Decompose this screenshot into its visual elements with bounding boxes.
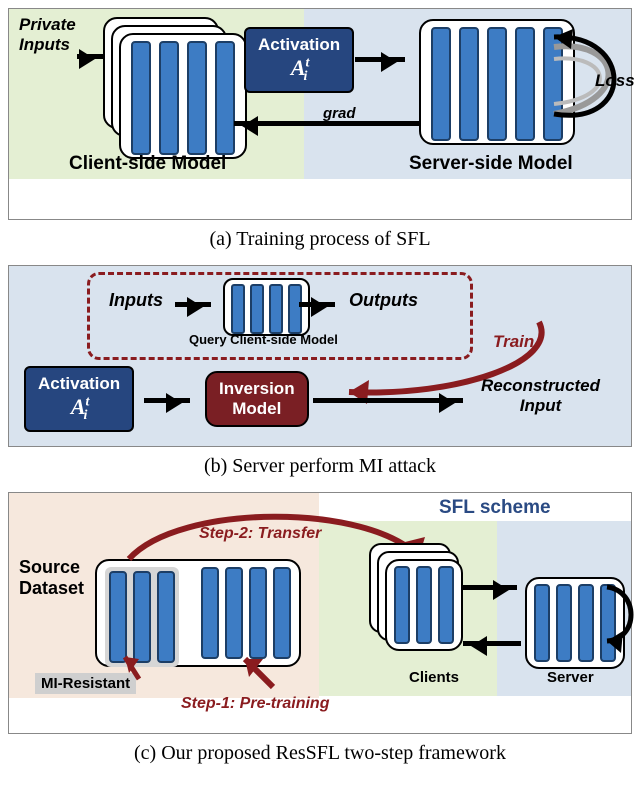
mi-resistant-part [105,567,179,667]
layer-bar [231,284,245,334]
activation-box-b: Activation Ati [24,366,134,432]
layer-bar [534,584,550,662]
layer-bar [157,571,175,663]
layer-bar [459,27,479,141]
layer-bar [109,571,127,663]
inputs-label: Inputs [109,290,163,311]
layer-bar [487,27,507,141]
clients-model-icon [385,559,463,651]
layer-bar [556,584,572,662]
activation-label: Activation [38,374,120,394]
grad-label: grad [323,105,356,122]
outputs-label: Outputs [349,290,418,311]
loss-label: Loss [595,71,635,91]
layer-bar [394,566,410,644]
layer-bar [159,41,179,155]
panel-b: Inputs Outputs Query Client-side Model T… [8,265,632,447]
step1-arrow [239,653,279,696]
arrow-inputs-model [175,302,211,307]
arrow-model-outputs [299,302,335,307]
arrow-server-client-back [463,641,521,646]
source-label: Source Dataset [19,557,84,599]
layer-bar [578,584,594,662]
layer-bar [416,566,432,644]
activation-formula: Ati [258,55,340,85]
server-model-label: Server-side Model [409,153,573,175]
reconstructed-label: Reconstructed Input [481,376,600,416]
activation-label: Activation [258,35,340,55]
panel-a: Private Inputs Activation Ati Loss gra [8,8,632,220]
layer-bar [187,41,207,155]
layer-bar [249,567,267,659]
layer-bar [438,566,454,644]
layer-bar [225,567,243,659]
activation-box-a: Activation Ati [244,27,354,93]
inversion-box: Inversion Model [205,371,309,427]
layer-bar [201,567,219,659]
client-model-label: Client-side Model [69,153,226,175]
layer-bar [215,41,235,155]
step1-label: Step-1: Pre-training [181,695,329,713]
clients-label: Clients [409,669,459,686]
layer-bar [431,27,451,141]
layer-bar [269,284,283,334]
arrow-inputs-to-client [77,54,103,59]
layer-bar [515,27,535,141]
panel-c: SFL scheme Source Dataset MI-Resistant S… [8,492,632,734]
server-loop [605,581,640,654]
caption-c: (c) Our proposed ResSFL two-step framewo… [8,742,632,765]
arrow-act-inversion [144,398,190,403]
caption-a: (a) Training process of SFL [8,228,632,251]
server-c-label: Server [547,669,594,686]
activation-formula: Ati [38,394,120,424]
arrow-inversion-out [313,398,463,403]
layer-bar [273,567,291,659]
mi-tag-arrow [121,653,151,686]
arrow-act-to-server [355,57,405,62]
layer-bar [288,284,302,334]
query-sublabel: Query Client-side Model [189,332,338,347]
private-inputs-label: Private Inputs [19,15,76,55]
layer-bar [133,571,151,663]
train-label: Train [493,332,534,352]
step2-label: Step-2: Transfer [199,525,321,543]
layer-bar [250,284,264,334]
client-model-icon [119,33,247,159]
layer-bar [131,41,151,155]
query-model-icon [223,278,310,336]
arrow-client-server-fwd [463,585,517,590]
caption-b: (b) Server perform MI attack [8,455,632,478]
sfl-scheme-label: SFL scheme [439,497,551,519]
